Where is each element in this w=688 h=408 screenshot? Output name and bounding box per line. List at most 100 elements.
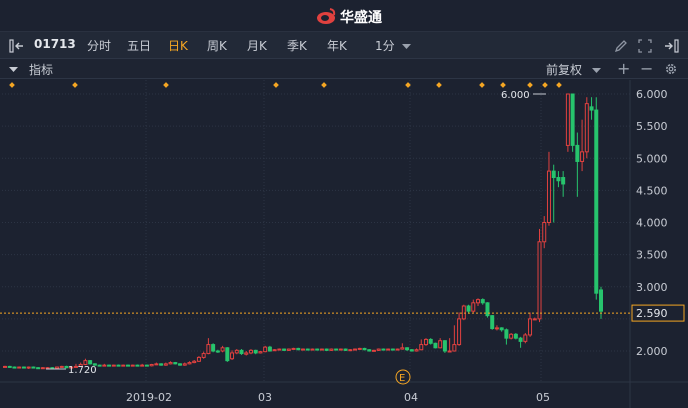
tab-period-monthly[interactable]: 月K <box>247 37 267 54</box>
candle-up <box>154 363 159 366</box>
collapse-right-icon[interactable] <box>662 38 680 54</box>
tab-period-quarterly[interactable]: 季K <box>287 37 307 54</box>
tab-period-timeshare[interactable]: 分时 <box>87 37 111 54</box>
candle-up <box>494 327 499 330</box>
candle-down <box>31 366 36 369</box>
candle-down <box>296 347 301 351</box>
candle-down <box>178 363 183 366</box>
candle-up <box>83 360 88 365</box>
minute-select[interactable]: 1分 <box>375 37 412 54</box>
stock-code[interactable]: 01713 <box>34 37 76 51</box>
max-price-label: 6.000 <box>501 90 530 101</box>
candle-up <box>59 365 64 368</box>
y-tick-label: 4.000 <box>636 217 668 230</box>
indicator-collapse-icon[interactable] <box>9 66 18 73</box>
candle-down <box>485 302 490 317</box>
candle-up <box>528 318 533 336</box>
indicator-button[interactable]: 指标 <box>29 61 53 78</box>
event-diamond <box>436 82 442 88</box>
settings-gear-icon[interactable] <box>664 62 678 76</box>
candle-up <box>438 340 443 349</box>
adjust-select[interactable]: 前复权 <box>546 61 601 78</box>
event-diamond <box>527 82 533 88</box>
candle-up <box>244 352 249 355</box>
candle-up <box>3 365 7 368</box>
candle-up <box>376 348 381 351</box>
y-tick-label: 2.000 <box>636 345 668 358</box>
candle-down <box>343 348 348 351</box>
candle-up <box>111 364 116 367</box>
title-bar: 华盛通 <box>0 0 688 32</box>
candle-up <box>471 302 476 312</box>
event-diamond <box>163 82 169 88</box>
chevron-down-icon <box>402 44 412 49</box>
tab-period-fiveday[interactable]: 五日 <box>127 37 151 54</box>
candle-up <box>329 348 334 351</box>
candle-up <box>584 103 589 153</box>
candle-up <box>192 360 197 364</box>
candle-up <box>353 348 358 351</box>
collapse-left-icon[interactable] <box>8 38 26 54</box>
event-e-label: E <box>399 373 405 384</box>
y-tick-label: 6.000 <box>636 88 668 101</box>
candle-down <box>116 364 121 367</box>
y-tick-label: 3.000 <box>636 281 668 294</box>
current-price-label: 2.590 <box>636 307 668 320</box>
candle-up <box>423 338 428 346</box>
candle-up <box>386 348 391 351</box>
candle-up <box>523 334 528 342</box>
event-diamond <box>542 82 548 88</box>
candle-up <box>196 356 201 362</box>
candle-down <box>575 144 580 162</box>
candle-up <box>532 318 537 321</box>
zoom-in-icon[interactable]: + <box>617 59 630 78</box>
tab-period-daily[interactable]: 日K <box>168 37 188 54</box>
candle-up <box>310 348 315 351</box>
zoom-out-icon[interactable]: − <box>640 59 653 78</box>
candle-down <box>88 360 93 365</box>
candlestick-chart[interactable]: 6.000 5.500 5.000 4.500 4.000 3.500 3.000 2.000… <box>0 80 688 408</box>
event-diamond <box>556 82 562 88</box>
chevron-down-icon <box>591 68 601 73</box>
candle-up <box>149 363 154 367</box>
candle-up <box>26 366 31 369</box>
candle-down <box>239 349 244 355</box>
candle-up <box>182 363 187 366</box>
candle-down <box>125 364 130 367</box>
chart-labels: 6.000 5.500 5.000 4.500 4.000 3.500 3.000 2.000… <box>0 88 685 404</box>
candle-down <box>315 348 320 351</box>
candle-down <box>173 362 178 365</box>
y-tick-label: 4.500 <box>636 184 668 197</box>
candle-up <box>546 170 551 223</box>
event-diamond <box>321 82 327 88</box>
candles <box>3 93 603 370</box>
pencil-icon[interactable] <box>613 38 629 54</box>
tab-period-weekly[interactable]: 周K <box>207 37 227 54</box>
candle-up <box>220 347 225 352</box>
candle-up <box>509 333 514 339</box>
candle-down <box>282 348 287 351</box>
fullscreen-icon[interactable] <box>637 38 653 54</box>
candle-up <box>130 364 135 367</box>
candle-up <box>258 351 263 354</box>
adjust-select-value: 前复权 <box>546 63 583 77</box>
candle-up <box>565 93 570 146</box>
candle-up <box>452 344 457 352</box>
candle-down <box>428 338 433 344</box>
candle-down <box>390 348 395 351</box>
candle-down <box>442 340 447 352</box>
tab-period-yearly[interactable]: 年K <box>327 37 347 54</box>
candle-down <box>405 347 410 351</box>
y-tick-label: 5.500 <box>636 120 668 133</box>
chart-grid <box>0 80 688 408</box>
candle-up <box>201 353 206 358</box>
candle-down <box>367 349 372 352</box>
candle-down <box>490 315 495 330</box>
candle-up <box>121 364 126 367</box>
candle-down <box>499 327 504 331</box>
candle-up <box>400 347 405 350</box>
y-tick-label: 5.000 <box>636 152 668 165</box>
candle-up <box>542 222 547 243</box>
candle-down <box>305 348 310 351</box>
candle-down <box>107 364 112 367</box>
